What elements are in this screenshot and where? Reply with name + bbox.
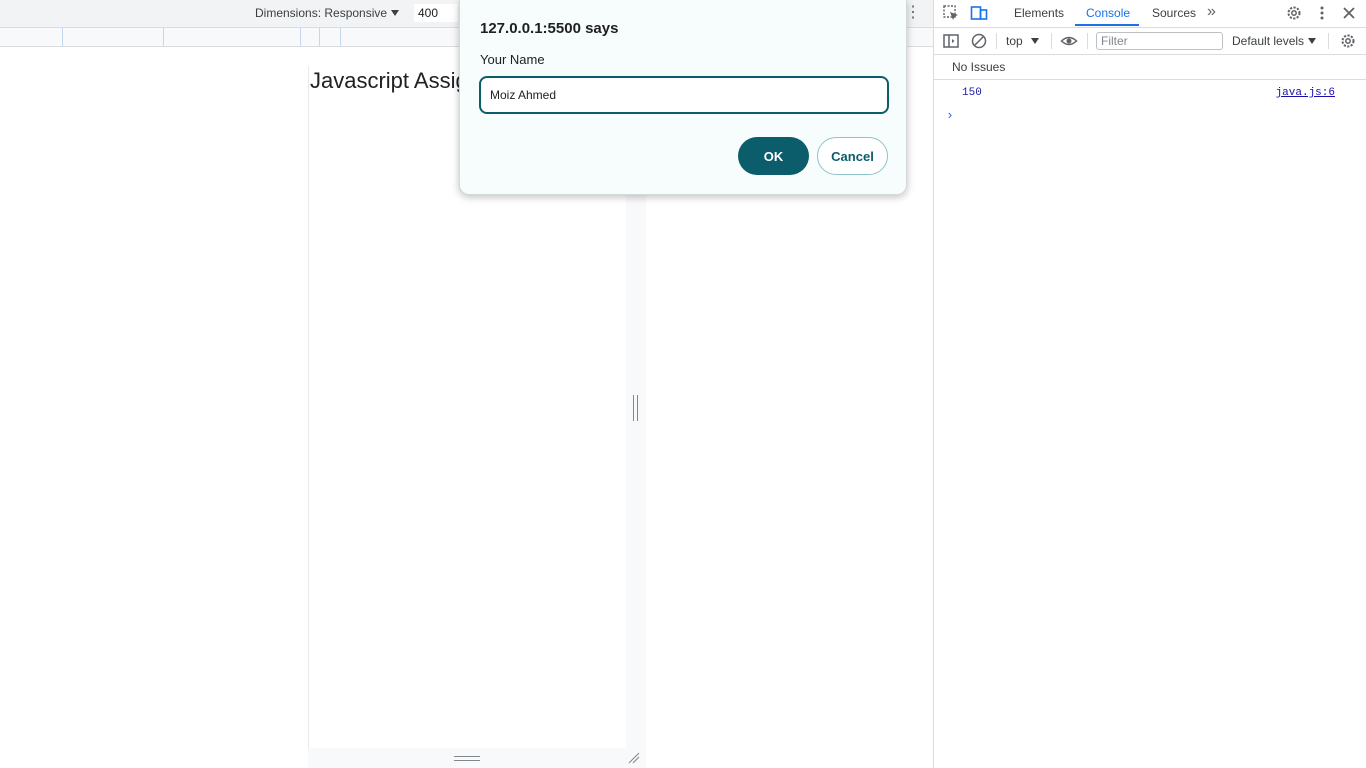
media-query-marker [163, 28, 164, 46]
devtools-tabbar: Elements Console Sources » [934, 0, 1366, 28]
cancel-button[interactable]: Cancel [817, 137, 888, 175]
tab-elements[interactable]: Elements [1014, 6, 1064, 20]
grip-icon [633, 395, 638, 421]
divider [1328, 33, 1329, 49]
dimensions-select[interactable]: Dimensions: Responsive [255, 6, 400, 20]
divider [996, 33, 997, 49]
console-value: 150 [962, 87, 982, 99]
divider [1087, 33, 1088, 49]
sidebar-toggle-icon[interactable] [942, 32, 960, 50]
console-prompt-icon[interactable]: › [946, 108, 954, 123]
context-label: top [1006, 34, 1023, 48]
width-input[interactable] [414, 4, 458, 22]
tab-console[interactable]: Console [1086, 6, 1130, 20]
context-select[interactable]: top [1006, 34, 1039, 48]
settings-icon[interactable] [1285, 4, 1303, 22]
chevron-down-icon [1030, 38, 1039, 44]
levels-select[interactable]: Default levels [1232, 34, 1317, 48]
eye-icon[interactable] [1060, 32, 1078, 50]
clear-console-icon[interactable] [970, 32, 988, 50]
media-query-marker [62, 28, 63, 46]
chevron-down-icon [1308, 38, 1317, 44]
close-icon[interactable] [1340, 4, 1358, 22]
dialog-title: 127.0.0.1:5500 says [480, 20, 619, 37]
prompt-dialog: 127.0.0.1:5500 says Your Name OK Cancel [459, 0, 907, 195]
devtools-panel: Elements Console Sources » top Filter De… [933, 0, 1366, 768]
resize-corner-icon[interactable] [628, 752, 640, 764]
media-query-marker [319, 28, 320, 46]
name-input[interactable] [479, 76, 889, 114]
kebab-menu-icon[interactable] [1313, 4, 1331, 22]
console-settings-icon[interactable] [1339, 32, 1357, 50]
issues-bar[interactable]: No Issues [934, 55, 1366, 80]
divider [1051, 33, 1052, 49]
page-heading: Javascript Assig [310, 68, 468, 93]
grip-icon [454, 756, 480, 761]
resize-handle-bottom[interactable] [308, 748, 626, 768]
console-message: 150 java.js:6 [934, 85, 1366, 103]
device-toggle-icon[interactable] [970, 4, 988, 22]
issues-text: No Issues [952, 60, 1006, 74]
media-query-marker [340, 28, 341, 46]
dialog-message: Your Name [480, 52, 545, 67]
media-query-marker [300, 28, 301, 46]
more-tabs-icon[interactable]: » [1207, 3, 1216, 21]
console-source-link[interactable]: java.js:6 [1276, 87, 1335, 99]
chevron-down-icon [391, 10, 400, 16]
tab-sources[interactable]: Sources [1152, 6, 1196, 20]
levels-label: Default levels [1232, 34, 1305, 48]
filter-input[interactable] [1096, 32, 1223, 50]
inspect-element-icon[interactable] [942, 4, 960, 22]
ok-button[interactable]: OK [738, 137, 809, 175]
dimensions-label: Dimensions: Responsive [255, 6, 388, 20]
console-toolbar: top Default levels [934, 28, 1366, 55]
active-tab-indicator [1075, 24, 1139, 26]
